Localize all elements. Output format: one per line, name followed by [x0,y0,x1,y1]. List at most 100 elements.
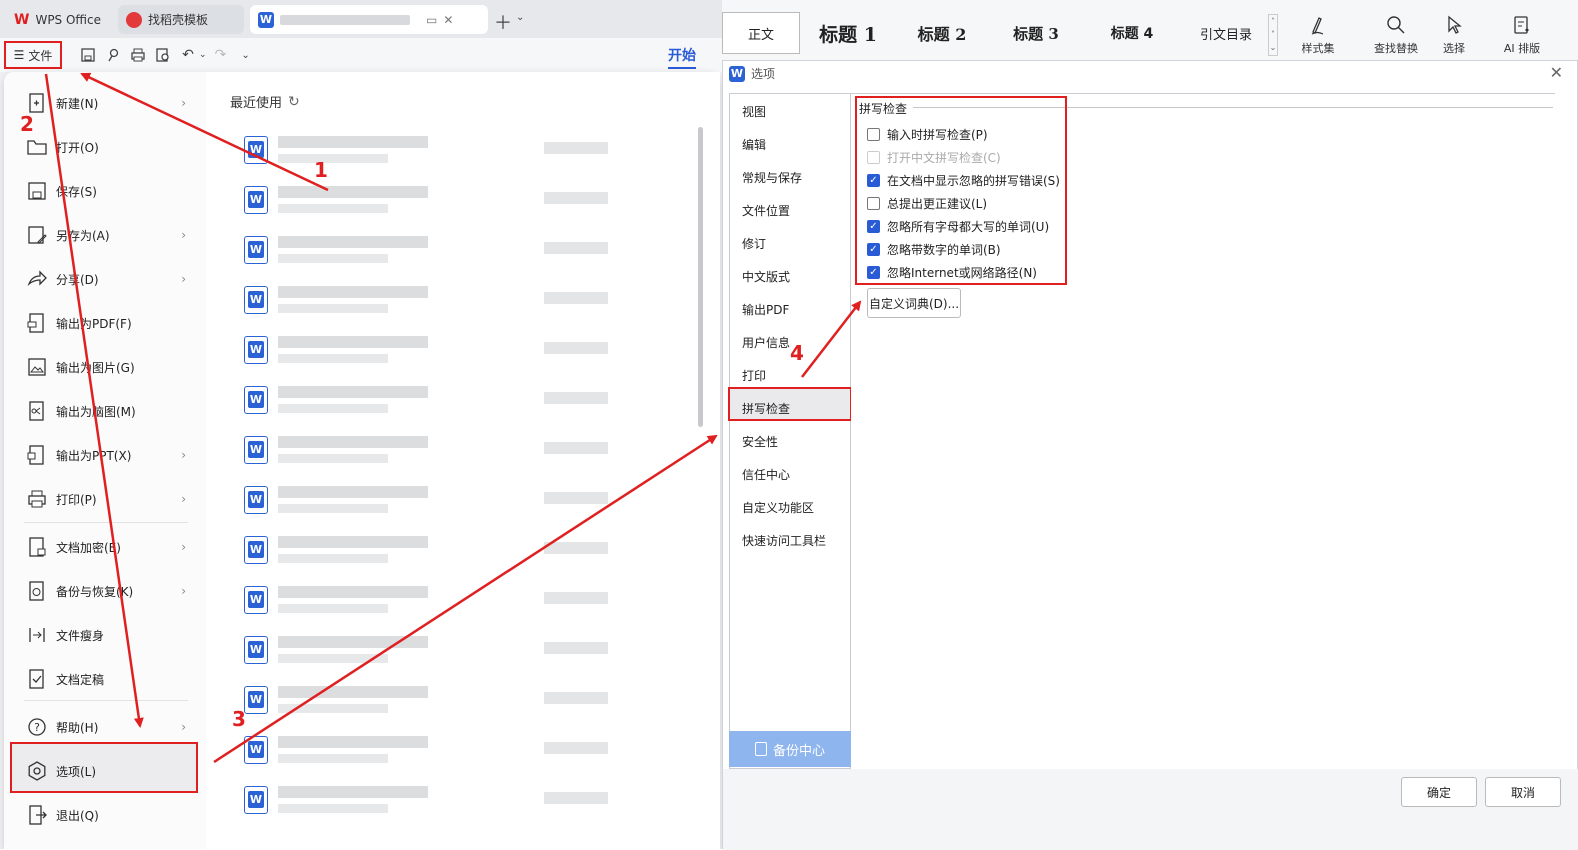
recent-file-row[interactable] [244,678,704,722]
checkbox-icon[interactable] [867,197,880,210]
chevron-right-icon: › [181,96,186,110]
file-menu-item-14[interactable]: ? 帮助(H) › [26,712,196,742]
recent-file-row[interactable] [244,528,704,572]
spelling-option-4[interactable]: ✓ 忽略所有字母都大写的单词(U) [867,218,1049,235]
file-menu-item-3[interactable]: 另存为(A) › [26,220,196,250]
file-menu-item-0[interactable]: 新建(N) › [26,88,196,118]
restore-window-icon[interactable]: ▭ [426,13,437,27]
options-nav-item-8[interactable]: 打印 [742,367,766,384]
backup-center-button[interactable]: 备份中心 [729,731,851,767]
dialog-close-icon[interactable]: ✕ [1550,63,1563,82]
spelling-option-6[interactable]: ✓ 忽略Internet或网络路径(N) [867,264,1037,281]
find-replace-button[interactable]: 查找替换 [1366,8,1426,58]
tab-document[interactable]: W ▭ ✕ [250,5,488,34]
options-nav-item-5[interactable]: 中文版式 [742,268,790,285]
options-nav-item-9[interactable]: 拼写检查 [742,400,790,417]
recent-file-row[interactable] [244,478,704,522]
options-nav-item-12[interactable]: 自定义功能区 [742,499,814,516]
tab-start[interactable]: 开始 [668,45,696,69]
file-menu-item-11[interactable]: 备份与恢复(K) › [26,576,196,606]
spelling-option-3[interactable]: 总提出更正建议(L) [867,195,987,212]
gear-icon [28,761,46,781]
format-painter-icon[interactable] [102,44,124,66]
options-nav-item-2[interactable]: 常规与保存 [742,169,802,186]
checkbox-icon[interactable]: ✓ [867,174,880,187]
undo-icon[interactable]: ↶ [177,44,199,66]
file-menu-item-6[interactable]: 输出为图片(G) [26,352,196,382]
ok-button[interactable]: 确定 [1401,777,1477,807]
file-menu-item-16[interactable]: 退出(Q) [26,800,196,830]
file-menu-item-7[interactable]: 输出为脑图(M) [26,396,196,426]
options-nav-item-1[interactable]: 编辑 [742,136,766,153]
options-nav-item-4[interactable]: 修订 [742,235,766,252]
file-menu-item-5[interactable]: 输出为PDF(F) [26,308,196,338]
more-dropdown-icon[interactable]: ⌄ [235,44,257,66]
recent-file-row[interactable] [244,178,704,222]
print-preview-icon[interactable] [152,44,174,66]
file-name-blurred [278,286,428,298]
options-nav-item-3[interactable]: 文件位置 [742,202,790,219]
chevron-right-icon: › [181,448,186,462]
file-menu-item-9[interactable]: 打印(P) › [26,484,196,514]
tab-template[interactable]: 找稻壳模板 [118,5,244,34]
file-menu-item-10[interactable]: 文档加密(E) › [26,532,196,562]
style-heading-3[interactable]: 标题 3 [996,12,1076,54]
recent-file-row[interactable] [244,728,704,772]
recent-file-row[interactable] [244,378,704,422]
recent-file-row[interactable] [244,228,704,272]
style-heading-2[interactable]: 标题 2 [902,12,982,54]
file-menu-item-15[interactable]: 选项(L) [26,756,196,786]
tab-wps-office[interactable]: W WPS Office [6,5,114,34]
file-menu-item-13[interactable]: 文档定稿 [26,664,196,694]
ai-layout-button[interactable]: AI 排版 [1492,8,1552,58]
spelling-option-2[interactable]: ✓ 在文档中显示忽略的拼写错误(S) [867,172,1060,189]
spelling-option-5[interactable]: ✓ 忽略带数字的单词(B) [867,241,1001,258]
style-scroll-icon[interactable]: ˄ ˅ ⌄ [1268,14,1278,56]
style-normal[interactable]: 正文 [722,12,800,54]
redo-icon[interactable]: ↷ [210,44,232,66]
checkbox-icon[interactable]: ✓ [867,266,880,279]
custom-dictionary-button[interactable]: 自定义词典(D)... [867,288,961,318]
undo-dropdown-icon[interactable]: ⌄ [199,50,207,60]
file-menu-item-8[interactable]: 输出为PPT(X) › [26,440,196,470]
options-nav-item-6[interactable]: 输出PDF [742,301,789,318]
checkbox-icon[interactable]: ✓ [867,220,880,233]
file-menu-item-label: 分享(D) [56,272,99,287]
save-quick-icon[interactable] [77,44,99,66]
refresh-icon[interactable]: ↻ [288,94,300,110]
tab-document-title-blurred [280,14,410,25]
file-menu-button[interactable]: ☰ 文件 [4,41,62,69]
style-toc[interactable]: 引文目录 [1186,12,1266,54]
options-nav-item-10[interactable]: 安全性 [742,433,778,450]
close-tab-icon[interactable]: ✕ [443,13,453,27]
cancel-button[interactable]: 取消 [1485,777,1561,807]
file-menu-item-2[interactable]: 保存(S) [26,176,196,206]
spelling-option-1: 打开中文拼写检查(C) [867,149,1001,166]
recent-file-row[interactable] [244,428,704,472]
file-menu-item-12[interactable]: 文件瘦身 [26,620,196,650]
options-nav-item-0[interactable]: 视图 [742,103,766,120]
recent-file-row[interactable] [244,328,704,372]
style-heading-4[interactable]: 标题 4 [1092,12,1172,54]
options-nav-item-11[interactable]: 信任中心 [742,466,790,483]
add-tab-icon[interactable]: ＋ [494,9,512,35]
file-menu-item-1[interactable]: 打开(O) [26,132,196,162]
tab-list-chevron-icon[interactable]: ⌄ [516,12,524,23]
style-set-button[interactable]: 样式集 [1288,8,1348,58]
recent-file-row[interactable] [244,578,704,622]
style-heading-1[interactable]: 标题 1 [808,12,888,54]
spelling-option-0[interactable]: 输入时拼写检查(P) [867,126,988,143]
recent-file-row[interactable] [244,778,704,822]
checkbox-icon[interactable] [867,128,880,141]
print-quick-icon[interactable] [127,44,149,66]
options-nav-item-13[interactable]: 快速访问工具栏 [742,532,826,549]
recent-file-row[interactable] [244,628,704,672]
checkbox-icon[interactable]: ✓ [867,243,880,256]
save-icon [28,182,46,200]
dialog-title-bar: W 选项 [729,65,775,82]
options-nav-item-7[interactable]: 用户信息 [742,334,790,351]
recent-file-row[interactable] [244,128,704,172]
recent-file-row[interactable] [244,278,704,322]
select-button[interactable]: 选择 [1424,8,1484,58]
file-menu-item-4[interactable]: 分享(D) › [26,264,196,294]
